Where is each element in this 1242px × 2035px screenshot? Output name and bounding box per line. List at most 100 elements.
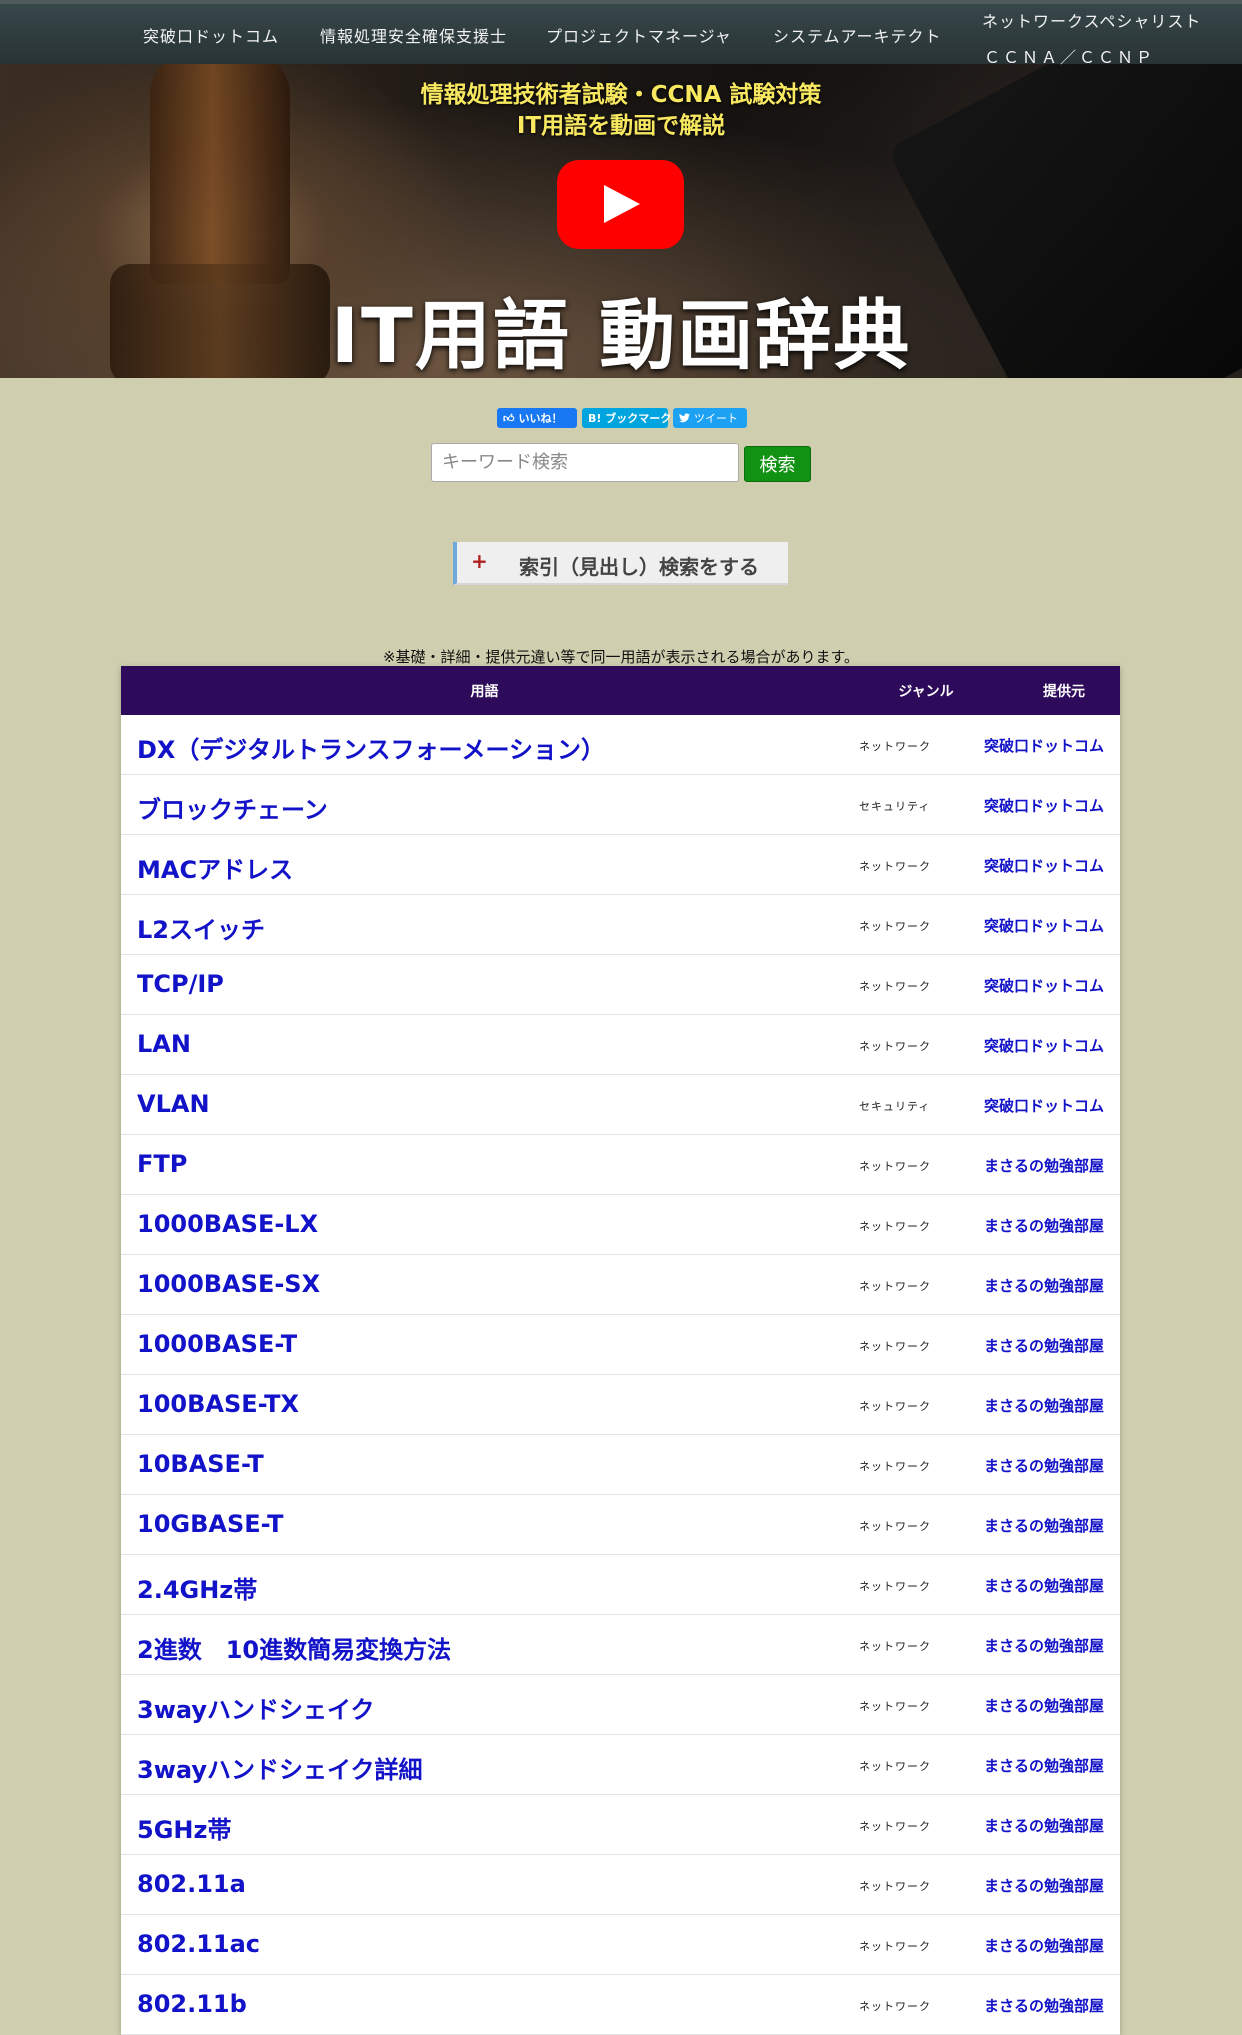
term-link[interactable]: 3wayハンドシェイク [137,1690,375,1725]
term-link[interactable]: 1000BASE-T [137,1330,297,1358]
source-link[interactable]: 突破口ドットコム [984,915,1104,936]
source-link[interactable]: まさるの勉強部屋 [984,1215,1104,1236]
search-button[interactable]: 検索 [744,446,811,482]
table-row[interactable]: 2進数 10進数簡易変換方法 ネットワーク まさるの勉強部屋 [121,1615,1120,1675]
source-link[interactable]: まさるの勉強部屋 [984,1155,1104,1176]
table-row[interactable]: MACアドレス ネットワーク 突破口ドットコム [121,835,1120,895]
table-row[interactable]: 10BASE-T ネットワーク まさるの勉強部屋 [121,1435,1120,1495]
term-link[interactable]: DX（デジタルトランスフォーメーション） [137,730,605,765]
genre-label: ネットワーク [859,740,931,753]
nav-item-network-specialist[interactable]: ネットワークスペシャリスト [982,8,1201,32]
nav-item-ccna-ccnp[interactable]: ＣＣＮＡ／ＣＣＮＰ [984,44,1155,68]
table-row[interactable]: 10GBASE-T ネットワーク まさるの勉強部屋 [121,1495,1120,1555]
table-row[interactable]: LAN ネットワーク 突破口ドットコム [121,1015,1120,1075]
term-link[interactable]: 5GHz帯 [137,1810,231,1845]
keyword-search-input[interactable] [431,443,739,482]
source-link[interactable]: 突破口ドットコム [984,975,1104,996]
genre-label: ネットワーク [859,1520,931,1533]
hatena-bookmark-button[interactable]: B! ブックマーク [582,408,672,428]
table-row[interactable]: DX（デジタルトランスフォーメーション） ネットワーク 突破口ドットコム [121,715,1120,775]
source-link[interactable]: 突破口ドットコム [984,795,1104,816]
term-link[interactable]: 1000BASE-SX [137,1270,320,1298]
table-row[interactable]: 100BASE-TX ネットワーク まさるの勉強部屋 [121,1375,1120,1435]
hero-banner: 情報処理技術者試験・CCNA 試験対策 IT用語を動画で解説 IT用語 動画辞典 [0,64,1242,378]
duplicate-term-notice: ※基礎・詳細・提供元違い等で同一用語が表示される場合があります。 [382,648,860,666]
table-row[interactable]: 1000BASE-LX ネットワーク まさるの勉強部屋 [121,1195,1120,1255]
source-link[interactable]: まさるの勉強部屋 [984,1995,1104,2016]
share-buttons: 👍︎ いいね！ B! ブックマーク ツイート [497,408,747,428]
source-link[interactable]: まさるの勉強部屋 [984,1275,1104,1296]
term-link[interactable]: ブロックチェーン [137,790,328,825]
genre-label: ネットワーク [859,860,931,873]
source-link[interactable]: まさるの勉強部屋 [984,1935,1104,1956]
term-link[interactable]: TCP/IP [137,970,224,998]
term-link[interactable]: 802.11a [137,1870,246,1898]
genre-label: ネットワーク [859,1460,931,1473]
table-row[interactable]: 3wayハンドシェイク詳細 ネットワーク まさるの勉強部屋 [121,1735,1120,1795]
source-link[interactable]: まさるの勉強部屋 [984,1455,1104,1476]
term-link[interactable]: 100BASE-TX [137,1390,299,1418]
term-link[interactable]: 2進数 10進数簡易変換方法 [137,1630,451,1665]
genre-label: ネットワーク [859,1340,931,1353]
table-row[interactable]: L2スイッチ ネットワーク 突破口ドットコム [121,895,1120,955]
term-link[interactable]: 2.4GHz帯 [137,1570,257,1605]
source-link[interactable]: まさるの勉強部屋 [984,1695,1104,1716]
term-link[interactable]: L2スイッチ [137,910,265,945]
term-link[interactable]: 3wayハンドシェイク詳細 [137,1750,423,1785]
source-link[interactable]: 突破口ドットコム [984,1095,1104,1116]
tweet-button[interactable]: ツイート [673,408,747,428]
genre-label: ネットワーク [859,1280,931,1293]
table-row[interactable]: 1000BASE-T ネットワーク まさるの勉強部屋 [121,1315,1120,1375]
table-row[interactable]: VLAN セキュリティ 突破口ドットコム [121,1075,1120,1135]
youtube-play-button[interactable] [557,160,684,249]
table-row[interactable]: FTP ネットワーク まさるの勉強部屋 [121,1135,1120,1195]
column-header-source[interactable]: 提供元 [1009,681,1119,701]
table-row[interactable]: 5GHz帯 ネットワーク まさるの勉強部屋 [121,1795,1120,1855]
genre-label: ネットワーク [859,1700,931,1713]
source-link[interactable]: まさるの勉強部屋 [984,1515,1104,1536]
term-link[interactable]: LAN [137,1030,191,1058]
source-link[interactable]: まさるの勉強部屋 [984,1575,1104,1596]
nav-item-security-specialist[interactable]: 情報処理安全確保支援士 [320,23,507,47]
nav-item-toppakou[interactable]: 突破口ドットコム [143,23,279,47]
genre-label: ネットワーク [859,2000,931,2013]
source-link[interactable]: まさるの勉強部屋 [984,1875,1104,1896]
genre-label: ネットワーク [859,1640,931,1653]
source-link[interactable]: 突破口ドットコム [984,855,1104,876]
source-link[interactable]: まさるの勉強部屋 [984,1395,1104,1416]
tweet-label: ツイート [694,412,738,425]
table-row[interactable]: 802.11ac ネットワーク まさるの勉強部屋 [121,1915,1120,1975]
index-search-toggle[interactable]: + 索引（見出し）検索をする [453,542,788,585]
term-link[interactable]: 802.11b [137,1990,247,2018]
table-row[interactable]: 3wayハンドシェイク ネットワーク まさるの勉強部屋 [121,1675,1120,1735]
source-link[interactable]: まさるの勉強部屋 [984,1635,1104,1656]
table-row[interactable]: TCP/IP ネットワーク 突破口ドットコム [121,955,1120,1015]
term-link[interactable]: 10BASE-T [137,1450,264,1478]
column-header-genre[interactable]: ジャンル [876,681,976,701]
source-link[interactable]: 突破口ドットコム [984,1035,1104,1056]
table-row[interactable]: ブロックチェーン セキュリティ 突破口ドットコム [121,775,1120,835]
term-link[interactable]: 10GBASE-T [137,1510,283,1538]
source-link[interactable]: まさるの勉強部屋 [984,1815,1104,1836]
term-table: 用語 ジャンル 提供元 DX（デジタルトランスフォーメーション） ネットワーク 突破… [121,666,1120,2035]
facebook-like-button[interactable]: 👍︎ いいね！ [497,408,577,428]
table-row[interactable]: 802.11b ネットワーク まさるの勉強部屋 [121,1975,1120,2035]
nav-item-project-manager[interactable]: プロジェクトマネージャ [546,23,732,47]
table-row[interactable]: 802.11a ネットワーク まさるの勉強部屋 [121,1855,1120,1915]
hatena-bookmark-label: B! ブックマーク [588,412,672,425]
term-link[interactable]: MACアドレス [137,850,293,885]
genre-label: ネットワーク [859,1940,931,1953]
term-link[interactable]: FTP [137,1150,187,1178]
source-link[interactable]: まさるの勉強部屋 [984,1755,1104,1776]
nav-item-system-architect[interactable]: システムアーキテクト [773,23,942,47]
column-header-term[interactable]: 用語 [121,681,848,701]
source-link[interactable]: まさるの勉強部屋 [984,1335,1104,1356]
term-link[interactable]: 1000BASE-LX [137,1210,318,1238]
genre-label: ネットワーク [859,1820,931,1833]
table-row[interactable]: 1000BASE-SX ネットワーク まさるの勉強部屋 [121,1255,1120,1315]
term-link[interactable]: VLAN [137,1090,210,1118]
source-link[interactable]: 突破口ドットコム [984,735,1104,756]
table-body: DX（デジタルトランスフォーメーション） ネットワーク 突破口ドットコム ブロックチェ… [121,715,1120,2035]
term-link[interactable]: 802.11ac [137,1930,260,1958]
table-row[interactable]: 2.4GHz帯 ネットワーク まさるの勉強部屋 [121,1555,1120,1615]
